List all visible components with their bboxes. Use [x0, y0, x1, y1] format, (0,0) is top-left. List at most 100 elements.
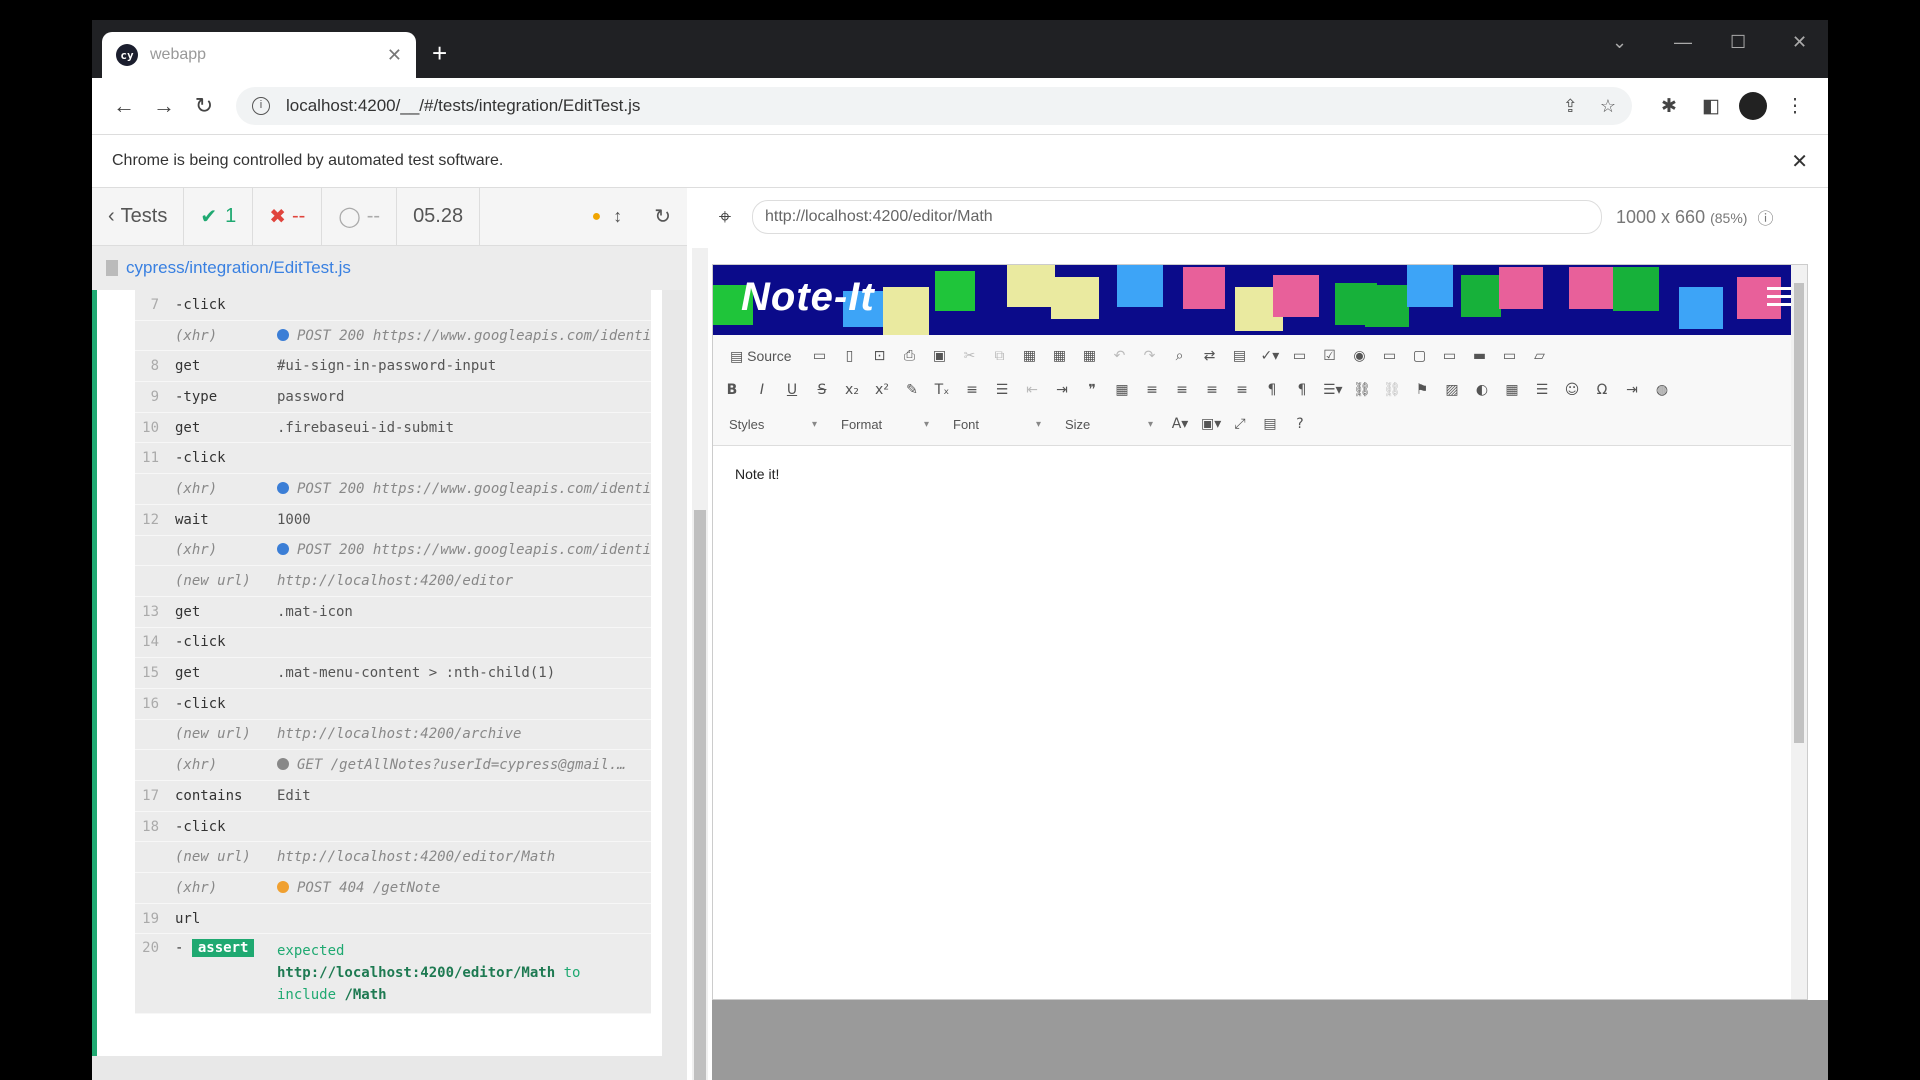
selector-playground-icon[interactable]: ⌖ [698, 204, 752, 230]
align-left-icon[interactable]: ≡ [1143, 382, 1161, 398]
show-blocks-icon[interactable]: ▤ [1261, 416, 1279, 432]
reporter-scrollbar-thumb[interactable] [694, 510, 706, 1080]
language-icon[interactable]: ☰▾ [1323, 382, 1343, 398]
preview-icon[interactable]: ⊡ [870, 348, 888, 364]
new-tab-icon[interactable]: + [432, 38, 447, 69]
spec-file-path[interactable]: cypress/integration/EditTest.js [92, 246, 687, 290]
back-icon[interactable]: ← [104, 93, 144, 119]
maximize-icon[interactable]: ⤢ [1231, 416, 1249, 432]
numbered-list-icon[interactable]: ≡ [963, 382, 981, 398]
radio-icon[interactable]: ◉ [1350, 348, 1368, 364]
aut-scrollbar[interactable] [1791, 265, 1807, 999]
align-center-icon[interactable]: ≡ [1173, 382, 1191, 398]
font-select[interactable]: Font [947, 412, 1047, 436]
italic-icon[interactable]: I [753, 382, 771, 398]
infobar-close-icon[interactable]: ✕ [1791, 149, 1808, 174]
site-info-icon[interactable]: i [252, 97, 270, 115]
smiley-icon[interactable]: ☺ [1563, 382, 1581, 398]
size-select[interactable]: Size [1059, 412, 1159, 436]
command-row[interactable]: (xhr) GET /getAllNotes?userId=cypress@gma… [135, 750, 651, 781]
strikethrough-icon[interactable]: S [813, 382, 831, 398]
command-row[interactable]: 16 -click [135, 689, 651, 720]
form-icon[interactable]: ▭ [1290, 348, 1308, 364]
side-panel-icon[interactable]: ◧ [1690, 95, 1732, 118]
rerun-icon[interactable]: ↻ [638, 188, 687, 246]
assert-row[interactable]: 20 - assert expected http://localhost:4200/… [135, 934, 651, 1015]
command-row[interactable]: 17 contains Edit [135, 781, 651, 812]
flash-icon[interactable]: ◐ [1473, 382, 1491, 398]
command-row[interactable]: 13 get .mat-icon [135, 597, 651, 628]
command-row[interactable]: (new url) http://localhost:4200/archive [135, 720, 651, 751]
paste-text-icon[interactable]: ▦ [1050, 348, 1068, 364]
blockquote-icon[interactable]: ❞ [1083, 382, 1101, 398]
special-char-icon[interactable]: Ω [1593, 382, 1611, 398]
command-row[interactable]: (new url) http://localhost:4200/editor/Ma… [135, 842, 651, 874]
textfield-icon[interactable]: ▭ [1380, 348, 1398, 364]
tests-back-button[interactable]: ‹ Tests [92, 187, 185, 246]
share-icon[interactable]: ⇪ [1563, 96, 1578, 117]
command-row[interactable]: 7 -click [135, 290, 651, 321]
command-row[interactable]: (xhr) POST 200 https://www.googleapis.com… [135, 536, 651, 567]
superscript-icon[interactable]: x² [873, 382, 891, 398]
anchor-icon[interactable]: ⚑ [1413, 382, 1431, 398]
reporter-scrollbar[interactable] [692, 248, 708, 1080]
command-row[interactable]: 8 get #ui-sign-in-password-input [135, 351, 651, 383]
table-icon[interactable]: ▦ [1503, 382, 1521, 398]
new-page-icon[interactable]: ▯ [840, 348, 858, 364]
reload-icon[interactable]: ↻ [184, 93, 224, 119]
format-select[interactable]: Format [835, 412, 935, 436]
print-icon[interactable]: ⎙ [900, 348, 918, 364]
command-row[interactable]: 10 get .firebaseui-id-submit [135, 413, 651, 444]
command-row[interactable]: 9 -type password [135, 382, 651, 413]
redo-icon[interactable]: ↷ [1140, 348, 1158, 364]
unlink-icon[interactable]: ⛓ [1383, 382, 1401, 398]
paste-icon[interactable]: ▦ [1020, 348, 1038, 364]
image-button-icon[interactable]: ▭ [1500, 348, 1518, 364]
bold-icon[interactable]: B [723, 382, 741, 398]
select-all-icon[interactable]: ▤ [1230, 348, 1248, 364]
address-url[interactable]: localhost:4200/__/#/tests/integration/Ed… [286, 96, 1541, 116]
profile-avatar[interactable] [1739, 92, 1767, 120]
extensions-icon[interactable]: ✱ [1648, 95, 1690, 118]
undo-icon[interactable]: ↶ [1110, 348, 1128, 364]
hidden-field-icon[interactable]: ▱ [1530, 348, 1548, 364]
paste-word-icon[interactable]: ▦ [1080, 348, 1098, 364]
horizontal-line-icon[interactable]: ☰ [1533, 382, 1551, 398]
button-icon[interactable]: ▬ [1470, 348, 1488, 364]
textarea-icon[interactable]: ▢ [1410, 348, 1428, 364]
templates-icon[interactable]: ▣ [930, 348, 948, 364]
remove-format-icon[interactable]: Tₓ [933, 382, 951, 398]
cut-icon[interactable]: ✂ [960, 348, 978, 364]
editor-content[interactable]: Note it! [713, 446, 1807, 502]
checkbox-icon[interactable]: ☑ [1320, 348, 1338, 364]
bg-color-icon[interactable]: ▣▾ [1201, 416, 1221, 432]
subscript-icon[interactable]: x₂ [843, 382, 861, 398]
copy-format-icon[interactable]: ✎ [903, 382, 921, 398]
align-right-icon[interactable]: ≡ [1203, 382, 1221, 398]
indent-icon[interactable]: ⇥ [1053, 382, 1071, 398]
command-row[interactable]: 19 url [135, 904, 651, 935]
rtl-icon[interactable]: ¶ [1293, 382, 1311, 398]
hamburger-menu-icon[interactable] [1767, 287, 1791, 311]
image-icon[interactable]: ▨ [1443, 382, 1461, 398]
window-close-icon[interactable]: ✕ [1792, 32, 1807, 53]
help-icon[interactable]: ? [1291, 416, 1309, 432]
ltr-icon[interactable]: ¶ [1263, 382, 1281, 398]
command-row[interactable]: (xhr) POST 200 https://www.googleapis.com… [135, 474, 651, 505]
iframe-icon[interactable]: ◍ [1653, 382, 1671, 398]
command-row[interactable]: (xhr) POST 404 /getNote [135, 873, 651, 904]
command-row[interactable]: 12 wait 1000 [135, 505, 651, 536]
viewport-info-icon[interactable]: ⓘ [1757, 205, 1773, 229]
save-icon[interactable]: ▭ [810, 348, 828, 364]
tab-close-icon[interactable]: ✕ [387, 45, 402, 66]
div-container-icon[interactable]: ▦ [1113, 382, 1131, 398]
page-break-icon[interactable]: ⇥ [1623, 382, 1641, 398]
styles-select[interactable]: Styles [723, 412, 823, 436]
text-color-icon[interactable]: A▾ [1171, 416, 1189, 432]
spec-file-link[interactable]: cypress/integration/EditTest.js [126, 258, 351, 278]
browser-tab[interactable]: cy webapp ✕ [102, 32, 416, 78]
copy-icon[interactable]: ⧉ [990, 348, 1008, 364]
link-icon[interactable]: ⛓ [1353, 382, 1371, 398]
replace-icon[interactable]: ⇄ [1200, 348, 1218, 364]
justify-icon[interactable]: ≡ [1233, 382, 1251, 398]
